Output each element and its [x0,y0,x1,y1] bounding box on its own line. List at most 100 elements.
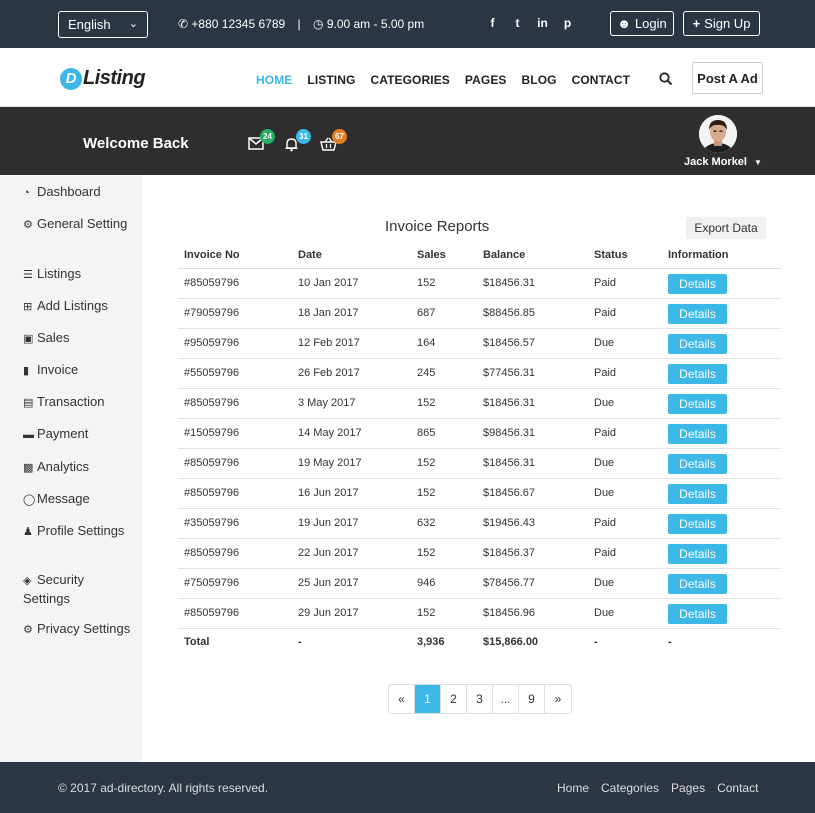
sidebar-item-transaction[interactable]: ▤ Transaction [23,393,133,412]
invoice-sales: 152 [411,268,477,299]
invoice-number: #85059796 [178,598,292,629]
post-ad-button[interactable]: Post A Ad [692,62,763,94]
nav-listing[interactable]: LISTING [307,73,355,87]
details-button[interactable]: Details [668,604,727,624]
invoice-balance: $18456.67 [477,478,588,509]
sidebar-item-payment[interactable]: ▬ Payment [23,425,133,444]
nav-contact[interactable]: CONTACT [572,73,630,87]
details-button[interactable]: Details [668,334,727,354]
nav-home[interactable]: HOME [256,73,292,87]
invoice-balance: $18456.57 [477,328,588,359]
invoice-information: Details [662,328,781,359]
export-data-button[interactable]: Export Data [686,217,766,239]
user-icon: ☻ [617,16,631,31]
comment-icon: ◯ [23,494,36,506]
table-header-row: Invoice No Date Sales Balance Status Inf… [178,242,781,269]
footer-link-categories[interactable]: Categories [601,781,659,795]
footer-link-home[interactable]: Home [557,781,589,795]
pagination-page-2[interactable]: 2 [441,685,467,713]
invoice-date: 26 Feb 2017 [292,358,411,389]
notifications-badge: 31 [296,129,311,144]
sidebar-item-label: Analytics [37,459,90,474]
pagination-page-3[interactable]: 3 [467,685,493,713]
sidebar-item-label: Privacy Settings [37,621,131,636]
details-button[interactable]: Details [668,394,727,414]
notifications-button[interactable]: 31 [284,129,311,157]
sidebar-item-message[interactable]: ◯ Message [23,490,133,509]
plus-icon: + [692,16,701,31]
logo[interactable]: D Listing [60,67,146,90]
invoice-information: Details [662,418,781,449]
avatar[interactable] [699,115,737,153]
messages-button[interactable]: 24 [248,129,275,155]
details-button[interactable]: Details [668,304,727,324]
footer-link-pages[interactable]: Pages [671,781,705,795]
sidebar-item-dashboard[interactable]: ◔ Dashboard [23,183,133,202]
sidebar-item-analytics[interactable]: ▩ Analytics [23,458,133,477]
invoice-status: Paid [588,538,662,569]
business-hours: 9.00 am - 5.00 pm [326,17,425,31]
invoice-status: Due [588,328,662,359]
details-button[interactable]: Details [668,514,727,534]
details-button[interactable]: Details [668,274,727,294]
signup-button[interactable]: + Sign Up [683,11,760,36]
invoice-balance: $19456.43 [477,508,588,539]
invoice-status: Due [588,388,662,419]
invoice-date: 22 Jun 2017 [292,538,411,569]
footer-link-contact[interactable]: Contact [717,781,758,795]
pagination-page-9[interactable]: 9 [519,685,545,713]
invoice-number: #75059796 [178,568,292,599]
signup-label: Sign Up [704,16,751,31]
linkedin-icon[interactable]: in [536,16,549,30]
sidebar-item-sales[interactable]: ▣ Sales [23,329,133,348]
login-button[interactable]: ☻ Login [610,11,674,36]
sidebar-item-label: General Setting [37,216,128,231]
invoice-information: Details [662,538,781,569]
language-select[interactable]: English ⌄ [58,11,148,38]
details-button[interactable]: Details [668,424,727,444]
nav-pages[interactable]: PAGES [465,73,507,87]
pagination-next[interactable]: » [545,685,571,713]
cart-button[interactable]: 67 [320,129,347,156]
pagination-prev[interactable]: « [389,685,415,713]
pagination-page-1[interactable]: 1 [415,685,441,713]
search-icon[interactable] [659,72,673,86]
nav-blog[interactable]: BLOG [522,73,557,87]
login-label: Login [634,16,667,31]
twitter-icon[interactable]: t [511,16,524,30]
column-header-sales: Sales [411,242,477,269]
details-button[interactable]: Details [668,454,727,474]
language-value: English [68,17,111,32]
cart-badge: 67 [332,129,347,144]
total-information: - [668,636,672,649]
pinterest-icon[interactable]: p [561,16,574,30]
sidebar-item-add-listings[interactable]: ⊞ Add Listings [23,297,133,316]
total-date: - [298,636,302,649]
sidebar-item-security-settings[interactable]: ◈ Security Settings [23,571,133,607]
sidebar-item-listings[interactable]: ☰ Listings [23,265,133,284]
nav-categories[interactable]: CATEGORIES [370,73,449,87]
details-button[interactable]: Details [668,544,727,564]
invoice-balance: $18456.31 [477,388,588,419]
welcome-title: Welcome Back [83,135,189,152]
details-button[interactable]: Details [668,574,727,594]
table-row: #55059796 26 Feb 2017 245 $77456.31 Paid Deta… [178,358,781,389]
sidebar-item-general-setting[interactable]: ⚙ General Setting [23,215,133,234]
user-menu[interactable]: Jack Morkel ▼ [684,156,762,168]
sidebar-item-profile-settings[interactable]: ♟ Profile Settings [23,522,133,541]
invoice-number: #85059796 [178,478,292,509]
sidebar-item-invoice[interactable]: ▮ Invoice [23,361,133,380]
invoice-status: Due [588,448,662,479]
top-bar: English ⌄ ✆ +880 12345 6789 | ◷ 9.00 am … [0,0,815,48]
total-sales: 3,936 [417,636,445,649]
table-total-row: Total - 3,936 $15,866.00 - - [178,628,781,656]
footer-links: Home Categories Pages Contact [557,781,770,795]
facebook-icon[interactable]: f [486,16,499,30]
gear-icon: ⚙ [23,624,33,636]
details-button[interactable]: Details [668,484,727,504]
invoice-date: 19 Jun 2017 [292,508,411,539]
details-button[interactable]: Details [668,364,727,384]
table-row: #85059796 3 May 2017 152 $18456.31 Due Detail… [178,388,781,419]
cart-icon: ▣ [23,333,34,345]
sidebar-item-privacy-settings[interactable]: ⚙ Privacy Settings [23,620,133,639]
